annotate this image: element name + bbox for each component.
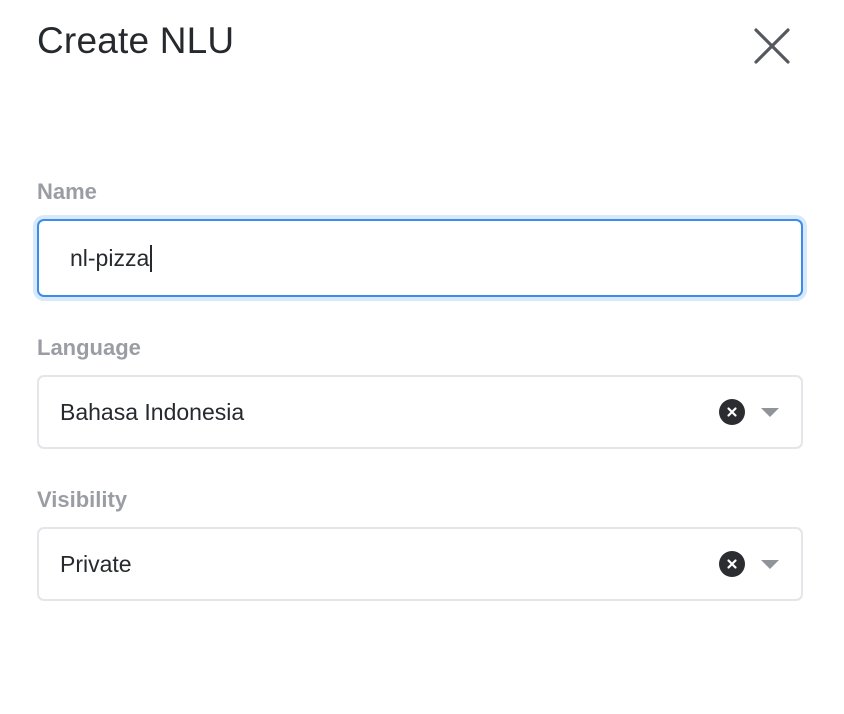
visibility-label: Visibility xyxy=(37,487,128,512)
visibility-selected-value: Private xyxy=(60,550,132,577)
clear-icon xyxy=(727,407,737,417)
clear-icon xyxy=(727,559,737,569)
name-input[interactable]: nl-pizza xyxy=(37,219,803,297)
language-select[interactable]: Bahasa Indonesia xyxy=(37,375,803,449)
create-nlu-dialog: Create NLU Name nl-pizza Language Bahasa… xyxy=(0,0,844,714)
close-button[interactable] xyxy=(750,24,794,68)
name-input-value: nl-pizza xyxy=(70,244,150,271)
text-caret xyxy=(150,244,153,272)
language-selected-value: Bahasa Indonesia xyxy=(60,398,245,425)
language-clear-button[interactable] xyxy=(719,399,745,425)
chevron-down-icon[interactable] xyxy=(761,559,779,569)
visibility-clear-button[interactable] xyxy=(719,551,745,577)
visibility-select[interactable]: Private xyxy=(37,527,803,601)
name-label: Name xyxy=(37,179,97,204)
language-label: Language xyxy=(37,335,141,360)
dialog-title: Create NLU xyxy=(37,20,235,61)
chevron-down-icon[interactable] xyxy=(761,407,779,417)
close-icon xyxy=(754,28,790,64)
